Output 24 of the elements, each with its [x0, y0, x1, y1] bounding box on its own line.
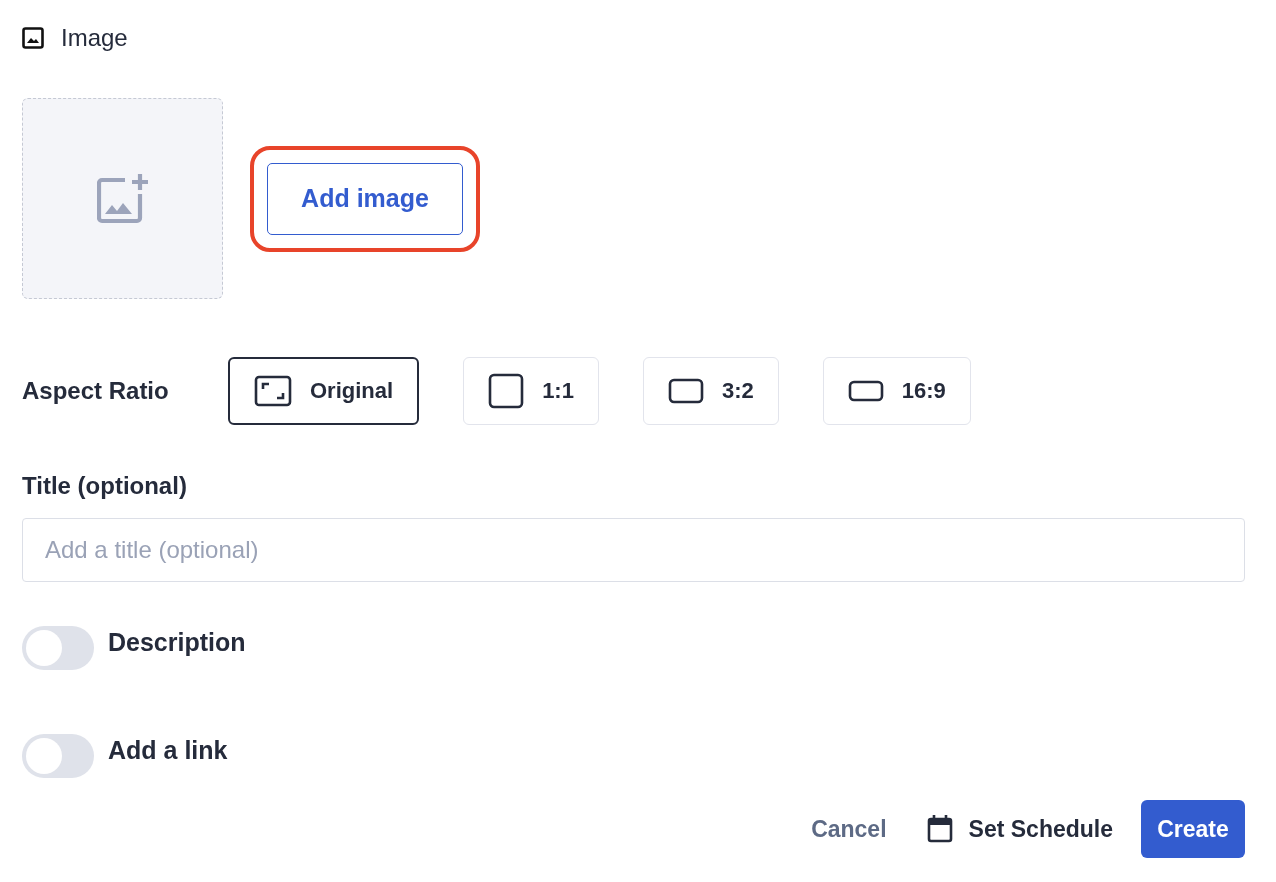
image-dropzone[interactable] — [22, 98, 223, 299]
toggle-label: Description — [108, 627, 246, 657]
toggle-switch[interactable] — [22, 734, 94, 778]
image-icon — [22, 27, 44, 49]
aspect-ratio-option[interactable]: 3:2 — [642, 357, 779, 425]
square-icon — [488, 373, 525, 409]
toggle-switch[interactable] — [22, 626, 94, 670]
frame-corners-icon — [254, 375, 292, 407]
aspect-ratio-option[interactable]: 1:1 — [463, 357, 599, 425]
rectangle-icon — [847, 380, 884, 402]
section-title: Image — [61, 24, 128, 52]
cancel-button[interactable]: Cancel — [811, 815, 887, 843]
title-input[interactable]: Add a title (optional) — [22, 518, 1245, 582]
add-image-icon — [96, 173, 149, 224]
aspect-ratio-option[interactable]: 16:9 — [822, 357, 971, 425]
aspect-ratio-option[interactable]: Original — [228, 357, 420, 425]
aspect-ratio-label: Aspect Ratio — [22, 377, 170, 405]
create-button[interactable]: Create — [1141, 800, 1245, 858]
toggle-label: Add a link — [108, 735, 228, 765]
calendar-icon — [926, 815, 953, 843]
set-schedule-button[interactable]: Set Schedule — [926, 815, 1113, 843]
field-label: Title (optional) — [22, 472, 188, 500]
rectangle-icon — [667, 378, 704, 404]
add-image-button[interactable]: Add image — [267, 162, 463, 235]
